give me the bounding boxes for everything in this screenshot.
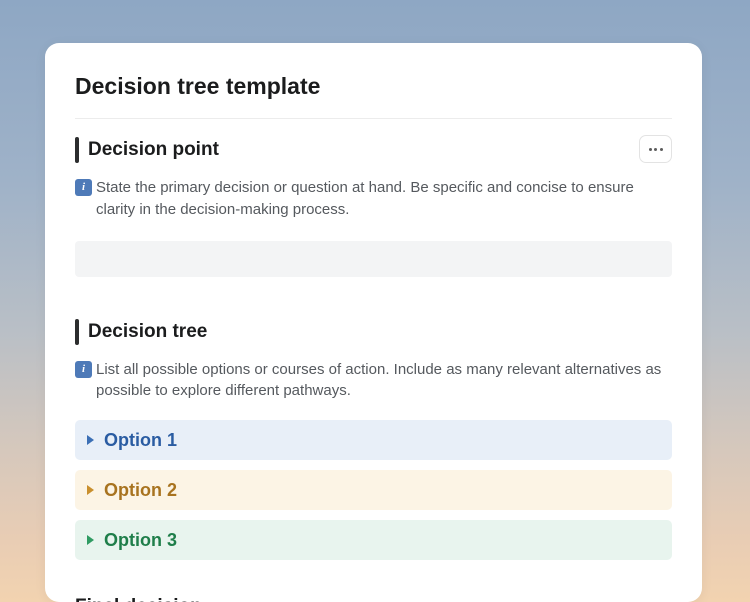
option-label: Option 3 [104,530,177,551]
info-icon: i [75,179,92,196]
section-title-final: Final decision [75,596,672,602]
options-list: Option 1 Option 2 Option 3 [75,420,672,560]
decision-point-input[interactable] [75,241,672,277]
info-text: State the primary decision or question a… [96,177,672,221]
info-callout: i State the primary decision or question… [75,177,672,221]
option-toggle-1[interactable]: Option 1 [75,420,672,460]
section-decision-point: Decision point i State the primary decis… [75,137,672,277]
section-heading: Decision point [75,137,672,163]
option-toggle-3[interactable]: Option 3 [75,520,672,560]
disclosure-triangle-icon [87,435,94,445]
option-toggle-2[interactable]: Option 2 [75,470,672,510]
page-title: Decision tree template [75,73,672,119]
option-label: Option 1 [104,430,177,451]
section-title: Decision tree [88,319,207,345]
option-label: Option 2 [104,480,177,501]
info-icon: i [75,361,92,378]
section-heading: Decision tree [75,319,672,345]
section-title: Decision point [88,137,219,163]
disclosure-triangle-icon [87,535,94,545]
info-callout: i List all possible options or courses o… [75,359,672,403]
heading-accent-bar [75,319,79,345]
heading-accent-bar [75,137,79,163]
disclosure-triangle-icon [87,485,94,495]
document-card: Decision tree template Decision point i … [45,43,702,602]
info-text: List all possible options or courses of … [96,359,672,403]
section-decision-tree: Decision tree i List all possible option… [75,319,672,561]
more-horizontal-icon [649,148,663,151]
more-actions-button[interactable] [639,135,672,163]
